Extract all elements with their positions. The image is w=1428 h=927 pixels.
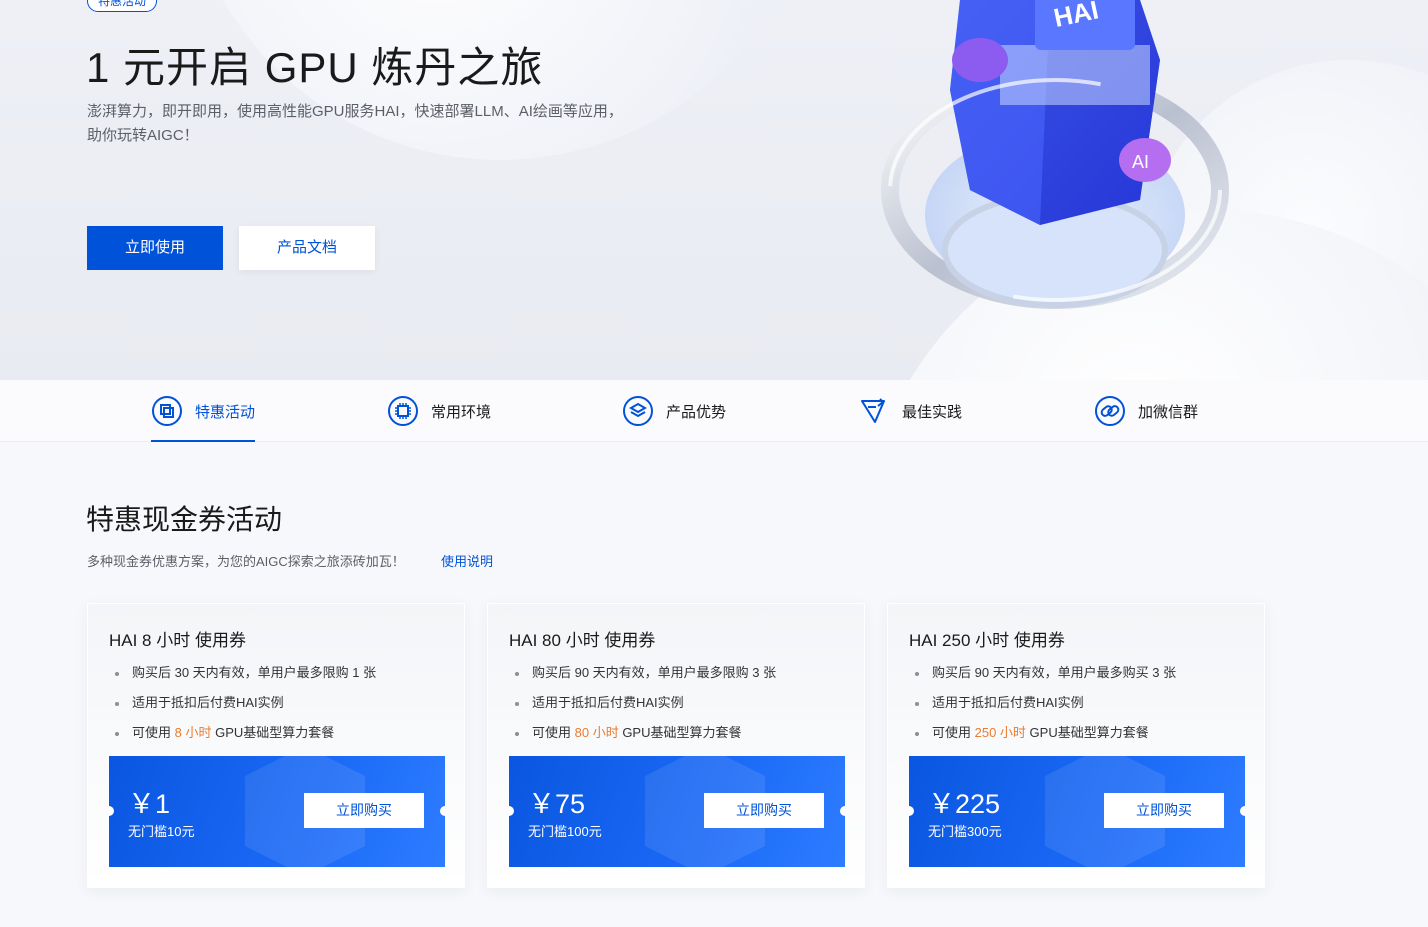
illustration-badge-label: AI [1132,152,1149,172]
coupon-card-80h: HAI 80 小时 使用券 购买后 90 天内有效，单用户最多限购 3 张 适用… [487,603,865,888]
hero-description-line1: 澎湃算力，即开即用，使用高性能GPU服务HAI，快速部署LLM、AI绘画等应用， [87,103,623,120]
item-text: 可使用 [132,725,175,740]
flag-icon [861,398,885,423]
list-item: 可使用 250 小时 GPU基础型算力套餐 [909,723,1176,753]
coupon-ticket: ￥1 无门槛10元 立即购买 [109,756,445,867]
layers-icon [623,396,653,426]
tab-label: 加微信群 [1138,403,1199,421]
list-item: 可使用 80 小时 GPU基础型算力套餐 [509,723,776,753]
ticket-notch [109,806,114,816]
promo-tag: 特惠活动 [87,0,158,12]
hero-description: 澎湃算力，即开即用，使用高性能GPU服务HAI，快速部署LLM、AI绘画等应用，… [87,100,687,148]
list-item: 可使用 8 小时 GPU基础型算力套餐 [109,723,376,753]
tab-label: 产品优势 [666,403,727,421]
use-now-button[interactable]: 立即使用 [87,226,223,270]
ticket-notch [1240,806,1245,816]
coupon-condition: 无门槛100元 [528,824,602,839]
ticket-notch [509,806,514,816]
hours-highlight: 80 小时 [574,725,619,740]
list-item: 购买后 90 天内有效，单用户最多限购 3 张 [509,663,776,693]
tab-label: 常用环境 [431,403,492,421]
coupon-icon [152,396,182,426]
chip-icon [388,396,418,426]
hours-highlight: 8 小时 [174,725,212,740]
coupon-card-8h: HAI 8 小时 使用券 购买后 30 天内有效，单用户最多限购 1 张 适用于… [87,603,465,888]
card-title: HAI 8 小时 使用券 [109,631,246,650]
card-features: 购买后 90 天内有效，单用户最多购买 3 张 适用于抵扣后付费HAI实例 可使… [909,663,1176,753]
usage-instructions-link[interactable]: 使用说明 [441,551,493,570]
list-item: 适用于抵扣后付费HAI实例 [109,693,376,723]
coupon-ticket: ￥225 无门槛300元 立即购买 [909,756,1245,867]
product-docs-button[interactable]: 产品文档 [239,226,375,270]
section-title: 特惠现金券活动 [86,504,283,535]
list-item: 购买后 30 天内有效，单用户最多限购 1 张 [109,663,376,693]
link-icon [1095,396,1125,426]
section-tabs: 特惠活动 常用环境 产品优势 最佳实践 加微信群 [0,380,1428,442]
card-features: 购买后 90 天内有效，单用户最多限购 3 张 适用于抵扣后付费HAI实例 可使… [509,663,776,753]
hero-banner: 特惠活动 1 元开启 GPU 炼丹之旅 澎湃算力，即开即用，使用高性能GPU服务… [0,0,1428,380]
item-text: GPU基础型算力套餐 [211,725,335,740]
hero-description-line2: 助你玩转AIGC！ [87,127,199,144]
coupon-ticket: ￥75 无门槛100元 立即购买 [509,756,845,867]
tab-special-offers[interactable]: 特惠活动 [151,380,256,442]
tab-product-advantages[interactable]: 产品优势 [622,380,726,442]
hero-title: 1 元开启 GPU 炼丹之旅 [86,44,544,91]
coupon-card-250h: HAI 250 小时 使用券 购买后 90 天内有效，单用户最多购买 3 张 适… [887,603,1265,888]
item-text: 可使用 [532,725,575,740]
buy-now-button[interactable]: 立即购买 [1104,793,1224,828]
item-text: GPU基础型算力套餐 [618,725,742,740]
ticket-notch [909,806,914,816]
card-title: HAI 250 小时 使用券 [909,631,1065,650]
tab-join-wechat-group[interactable]: 加微信群 [1094,380,1198,442]
card-features: 购买后 30 天内有效，单用户最多限购 1 张 适用于抵扣后付费HAI实例 可使… [109,663,376,753]
hours-highlight: 250 小时 [974,725,1026,740]
section-description: 多种现金券优惠方案，为您的AIGC探索之旅添砖加瓦！ [87,554,405,569]
coupon-condition: 无门槛10元 [128,824,195,839]
tab-label: 最佳实践 [902,403,963,421]
ticket-notch [840,806,845,816]
gpu-cube-illustration: HAI AI [881,0,1229,309]
buy-now-button[interactable]: 立即购买 [304,793,424,828]
item-text: 可使用 [932,725,975,740]
tab-label: 特惠活动 [195,403,256,421]
list-item: 适用于抵扣后付费HAI实例 [909,693,1176,723]
tab-common-environments[interactable]: 常用环境 [387,380,491,442]
coupon-condition: 无门槛300元 [928,824,1002,839]
list-item: 适用于抵扣后付费HAI实例 [509,693,776,723]
item-text: GPU基础型算力套餐 [1025,725,1149,740]
tab-best-practices[interactable]: 最佳实践 [858,380,962,442]
list-item: 购买后 90 天内有效，单用户最多购买 3 张 [909,663,1176,693]
ticket-notch [440,806,445,816]
coupon-price: ￥225 [928,789,1001,819]
coupon-price: ￥1 [128,789,171,819]
coupon-price: ￥75 [528,789,586,819]
buy-now-button[interactable]: 立即购买 [704,793,824,828]
card-title: HAI 80 小时 使用券 [509,631,656,650]
